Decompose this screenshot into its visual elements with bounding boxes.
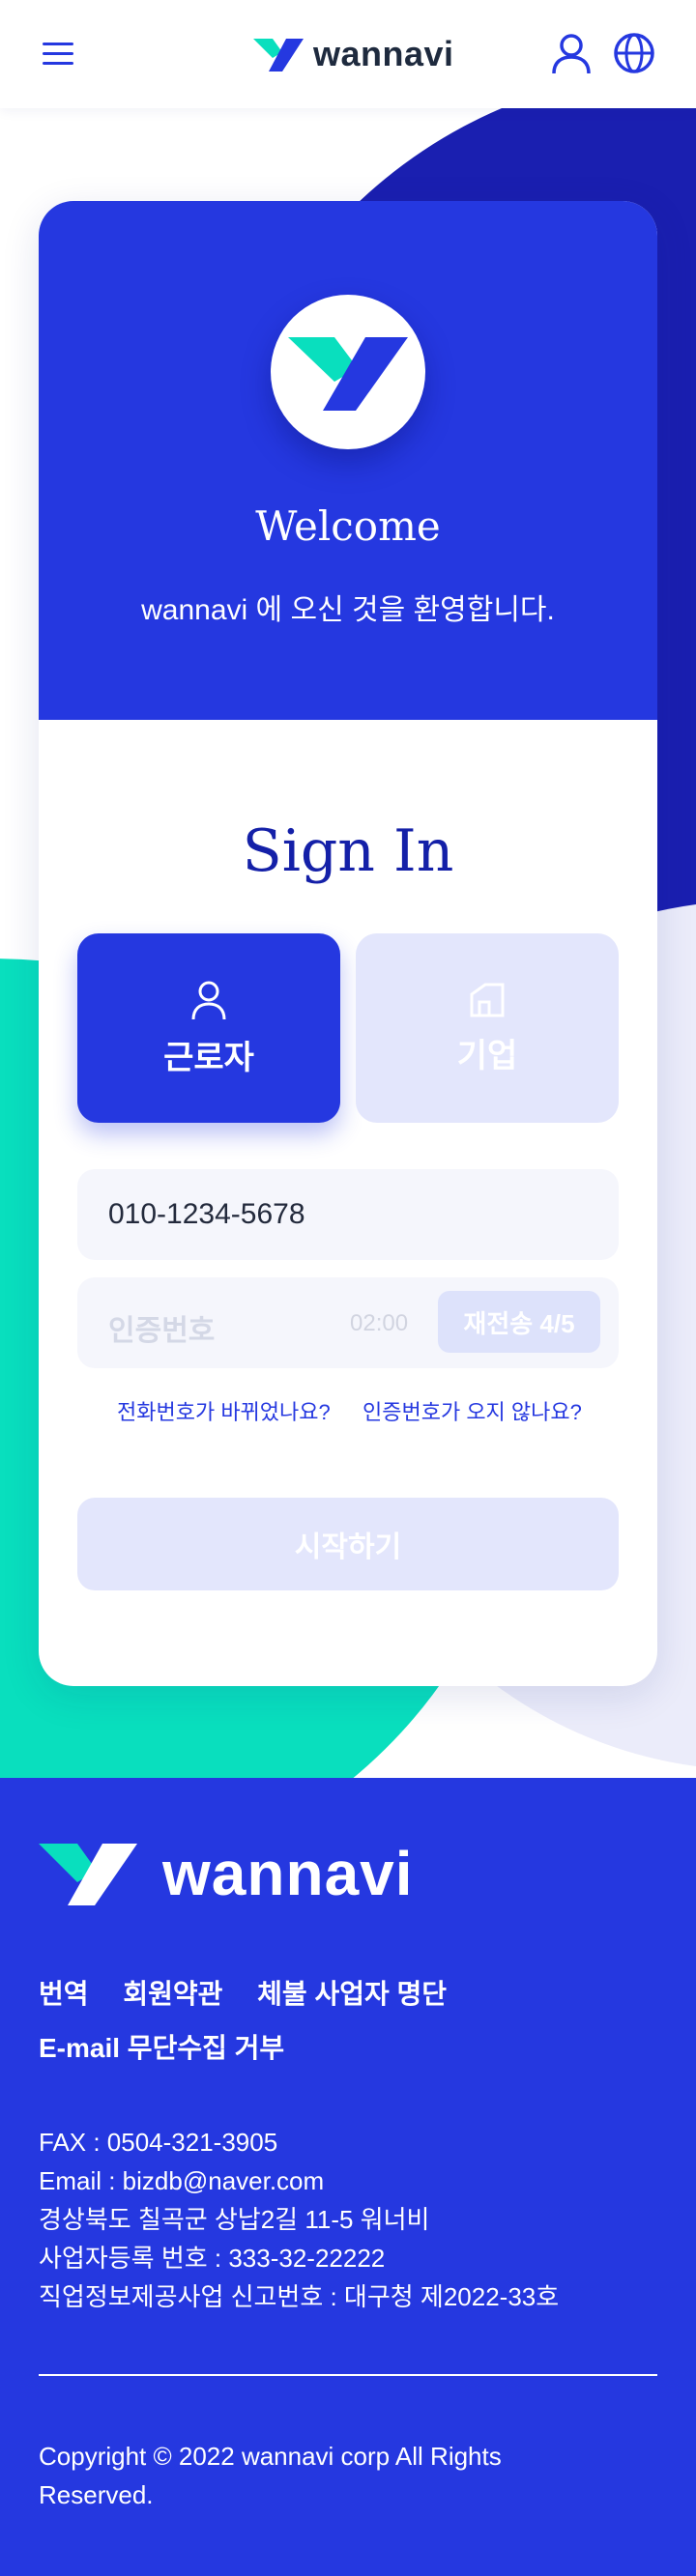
- email-line: Email : bizdb@naver.com: [39, 2166, 325, 2195]
- phone-number-value: 010-1234-5678: [108, 1198, 305, 1230]
- footer-logo: wannavi: [39, 1838, 414, 1909]
- footer-link-terms[interactable]: 회원약관: [123, 1979, 222, 2009]
- address-line: 경상북도 칠곡군 상납2길 11-5 워너비: [39, 2205, 430, 2234]
- company-info: FAX : 0504-321-3905 Email : bizdb@naver.…: [39, 2123, 559, 2316]
- top-header: wannavi: [0, 0, 696, 108]
- person-icon: [191, 981, 226, 1019]
- welcome-title: Welcome: [255, 502, 441, 550]
- wannavi-logo-mark-icon: [253, 39, 304, 72]
- resend-button[interactable]: 재전송 4/5: [438, 1291, 600, 1353]
- hamburger-menu-icon[interactable]: [43, 39, 75, 68]
- fax-line: FAX : 0504-321-3905: [39, 2128, 278, 2157]
- company-type-label: 기업: [456, 1037, 518, 1074]
- footer-link-email-policy[interactable]: E-mail 무단수집 거부: [39, 2033, 284, 2063]
- verification-code-placeholder: 인증번호: [108, 1315, 216, 1347]
- signin-card: Welcome wannavi 에 오신 것을 환영합니다. Sign In 근…: [39, 201, 657, 1686]
- logo-badge: [271, 295, 425, 449]
- globe-icon[interactable]: [612, 31, 656, 75]
- footer-link-unpaid-employers[interactable]: 체불 사업자 명단: [257, 1979, 447, 2009]
- worker-type-button[interactable]: 근로자: [77, 933, 340, 1123]
- countdown-timer: 02:00: [350, 1310, 409, 1336]
- footer-brand-name: wannavi: [162, 1839, 414, 1908]
- building-icon: [470, 983, 505, 1016]
- copyright-text: Copyright © 2022 wannavi corp All Rights…: [39, 2442, 502, 2509]
- brand-name: wannavi: [313, 34, 454, 73]
- wannavi-logo-mark-icon: [288, 337, 408, 411]
- brand-logo[interactable]: wannavi: [253, 31, 454, 77]
- signin-title: Sign In: [242, 817, 454, 885]
- welcome-panel: Welcome wannavi 에 오신 것을 환영합니다.: [39, 201, 657, 720]
- start-button[interactable]: 시작하기: [77, 1498, 619, 1590]
- code-not-received-link[interactable]: 인증번호가 오지 않나요?: [362, 1395, 582, 1426]
- welcome-subtitle: wannavi 에 오신 것을 환영합니다.: [141, 594, 555, 626]
- user-icon[interactable]: [549, 31, 594, 75]
- verification-code-input[interactable]: 인증번호 02:00 재전송 4/5: [77, 1277, 619, 1368]
- business-number-line: 사업자등록 번호 : 333-32-22222: [39, 2244, 386, 2273]
- footer-link-translate[interactable]: 번역: [39, 1979, 89, 2009]
- phone-changed-link[interactable]: 전화번호가 바뀌었나요?: [117, 1395, 331, 1426]
- site-footer: wannavi 번역 회원약관 체불 사업자 명단 E-mail 무단수집 거부…: [0, 1778, 696, 2576]
- job-info-registration-line: 직업정보제공사업 신고번호 : 대구청 제2022-33호: [39, 2282, 560, 2311]
- footer-divider: [39, 2374, 657, 2376]
- phone-number-input[interactable]: 010-1234-5678: [77, 1169, 619, 1260]
- wannavi-logo-mark-icon: [39, 1844, 137, 1905]
- footer-links: 번역 회원약관 체불 사업자 명단 E-mail 무단수집 거부: [39, 1967, 657, 2075]
- worker-type-label: 근로자: [163, 1039, 254, 1076]
- company-type-button[interactable]: 기업: [356, 933, 619, 1123]
